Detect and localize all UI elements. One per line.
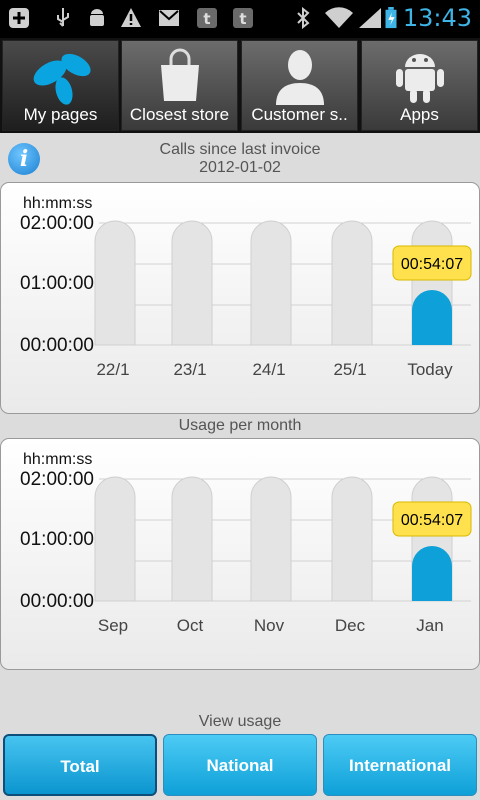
wifi-icon (325, 7, 353, 28)
bar (412, 545, 453, 601)
gmail-icon (159, 10, 179, 26)
tab-label: My pages (23, 105, 98, 124)
usage-chart: hh:mm:ss 02:00:00 01:00:00 00:00:00 Sep Oct N… (0, 438, 480, 670)
international-button[interactable]: International (323, 734, 477, 796)
person-icon (275, 50, 324, 105)
y-tick-label: 01:00:00 (20, 273, 94, 294)
svg-text:t: t (203, 10, 210, 28)
usage-chart-plot: 02:00:00 01:00:00 00:00:00Sep Oct Nov Dec 00:5… (20, 469, 472, 635)
x-tick-label: Jan (416, 616, 443, 635)
add-notification-icon (9, 8, 29, 28)
bar-background (331, 476, 373, 602)
shopping-bag-icon (160, 48, 199, 101)
tab-my-pages[interactable]: My pages (2, 40, 119, 131)
x-tick-label: 22/1 (96, 360, 129, 379)
android-icon (395, 54, 444, 103)
x-tick-label: Today (407, 360, 453, 379)
bar-background (250, 476, 292, 602)
warning-icon (121, 8, 141, 27)
twitter-icon: t (233, 8, 253, 28)
total-button[interactable]: Total (3, 734, 157, 796)
bar (412, 289, 453, 345)
svg-text:t: t (239, 10, 246, 28)
battery-icon (385, 7, 397, 29)
x-tick-label: 24/1 (252, 360, 285, 379)
clock: 13:43 (402, 4, 472, 32)
y-tick-label: 02:00:00 (20, 469, 94, 490)
x-tick-label: Nov (254, 616, 285, 635)
tab-label: Customer s.. (251, 105, 348, 124)
national-button[interactable]: National (163, 734, 317, 796)
x-tick-label: Dec (335, 616, 366, 635)
telenor-logo-icon (33, 53, 91, 105)
twitter-icon: t (197, 8, 217, 28)
value-label: 00:54:07 (401, 512, 463, 529)
y-tick-label: 01:00:00 (20, 529, 94, 550)
tab-apps[interactable]: Apps (361, 40, 478, 131)
calls-chart-plot: 02:00:00 01:00:00 00:00:0022/1 23/1 24/1 25/1… (20, 213, 472, 379)
bar-background (331, 220, 373, 346)
bar-background (171, 476, 213, 602)
signal-icon (359, 8, 381, 28)
value-label: 00:54:07 (401, 256, 463, 273)
y-tick-label: 02:00:00 (20, 213, 94, 234)
tab-customer-service[interactable]: Customer s.. (241, 40, 358, 131)
bar-background (171, 220, 213, 346)
tab-label: Closest store (129, 105, 230, 124)
x-tick-label: Sep (98, 616, 128, 635)
top-navigation: My pages Closest store Customer s.. Apps (0, 38, 480, 133)
bar-background (94, 476, 136, 602)
y-tick-label: 00:00:00 (20, 591, 94, 612)
android-debug-icon (90, 9, 104, 26)
bar-background (94, 220, 136, 346)
tab-closest-store[interactable]: Closest store (121, 40, 238, 131)
x-tick-label: Oct (177, 616, 204, 635)
calls-section-date: 2012-01-02 (199, 159, 281, 176)
x-tick-label: 23/1 (173, 360, 206, 379)
calls-section-title: Calls since last invoice (159, 141, 321, 158)
status-bar: t t 13:43 (0, 0, 480, 38)
view-usage-title: View usage (198, 713, 282, 730)
bar-background (250, 220, 292, 346)
x-tick-label: 25/1 (333, 360, 366, 379)
calls-chart: hh:mm:ss 02:00:00 01:00:00 00:00:00 22/1 23/… (0, 182, 480, 414)
y-tick-label: 00:00:00 (20, 335, 94, 356)
tab-label: Apps (400, 105, 439, 124)
usage-section-title: Usage per month (178, 417, 302, 434)
bluetooth-icon (297, 7, 310, 29)
usb-icon (57, 8, 69, 27)
